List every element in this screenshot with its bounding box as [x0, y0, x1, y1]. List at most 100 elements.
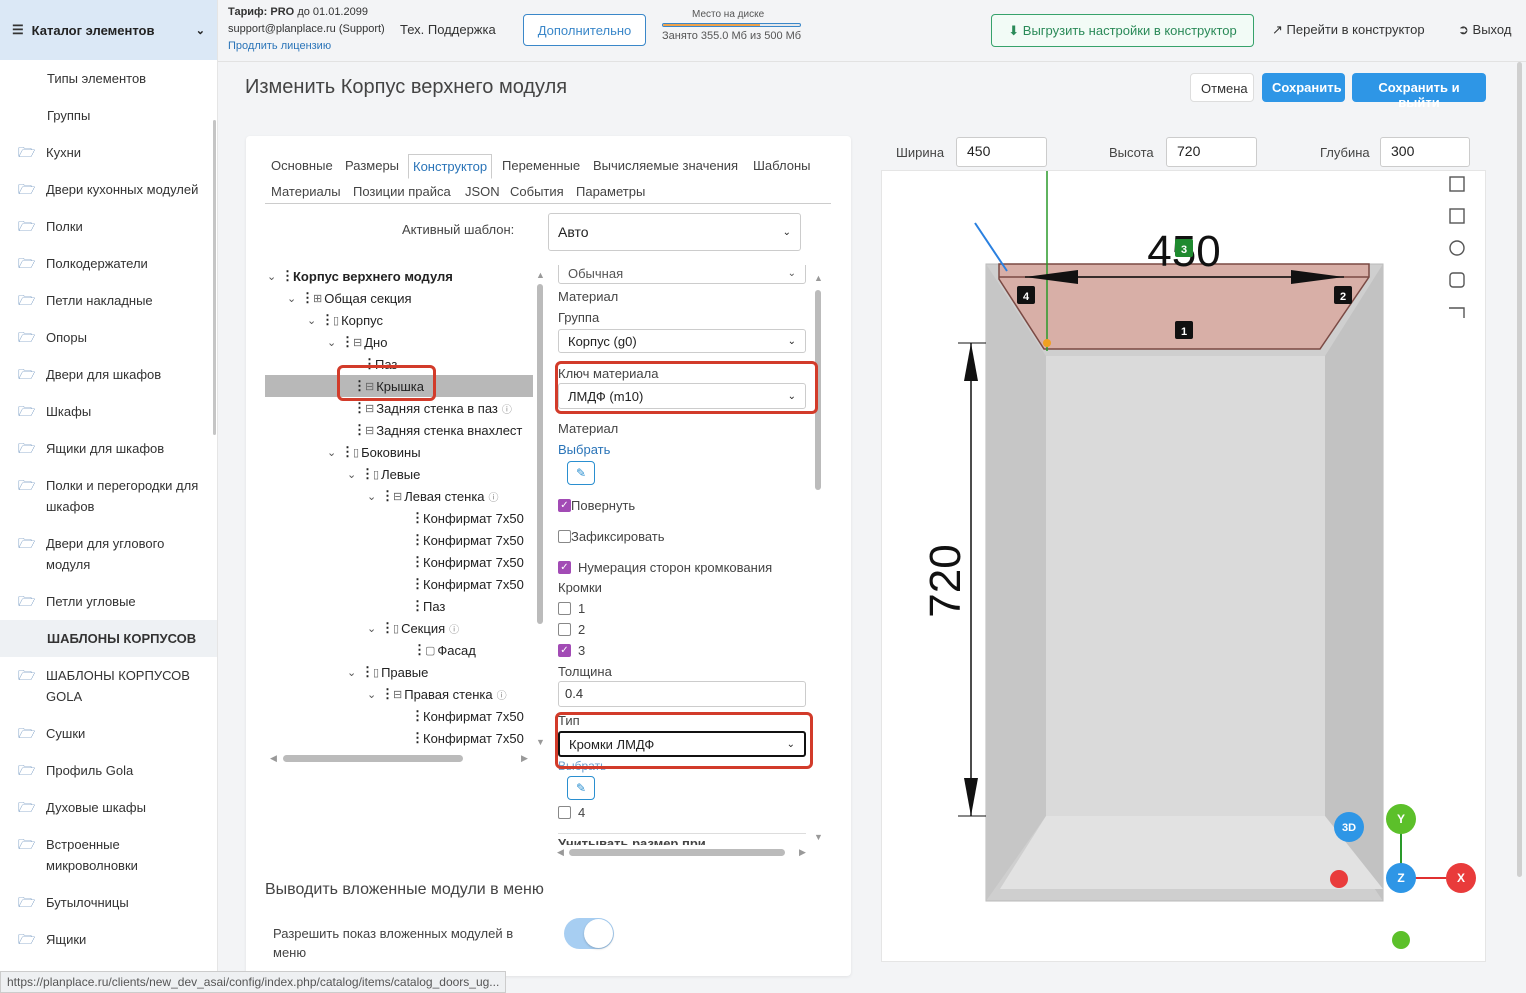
tree-node[interactable]: ⋮ Конфирмат 7x50	[397, 705, 524, 727]
drag-handle-icon[interactable]: ⋮	[353, 422, 366, 438]
props-scroll-down-icon[interactable]: ▼	[814, 832, 823, 842]
screenshot-icon[interactable]	[1449, 272, 1465, 288]
sidebar-item[interactable]: 🗁 Петли угловые	[0, 583, 217, 620]
cancel-button[interactable]: Отмена	[1190, 73, 1254, 102]
chevron-down-icon[interactable]: ⌄	[287, 292, 301, 305]
sidebar-item[interactable]: 🗁 Ящики для шкафов	[0, 430, 217, 467]
drag-handle-icon[interactable]: ⋮	[361, 466, 374, 482]
model-viewer[interactable]: 450 720 1 2 3 4 3D Y Z X	[881, 170, 1486, 962]
tree-node[interactable]: ⌄ ⋮ ▯ Правые	[347, 661, 428, 683]
tree-node[interactable]: ⌄ ⋮ ⊟ Левая стенка ⓘ	[367, 485, 499, 507]
sidebar-item[interactable]: Группы	[0, 97, 217, 134]
tree-node[interactable]: ⌄ ⋮ ▯ Секция ⓘ	[367, 617, 459, 639]
edit-icon[interactable]: ✎	[567, 776, 595, 800]
tree-node[interactable]: ⋮ ⊟ Задняя стенка внахлест	[339, 419, 522, 441]
drag-handle-icon[interactable]: ⋮	[411, 576, 424, 592]
tree-node[interactable]: ⌄ ⋮ Корпус верхнего модуля	[267, 265, 453, 287]
tree-node[interactable]: ⌄ ⋮ ⊞ Общая секция	[287, 287, 412, 309]
tree-node[interactable]: ⋮ Конфирмат 7x50	[397, 573, 524, 595]
tree-node[interactable]: ⋮ Конфирмат 7x50	[397, 529, 524, 551]
edge-4-checkbox[interactable]	[558, 806, 571, 819]
tree-node[interactable]: ⋮ Паз	[397, 595, 445, 617]
measure-icon[interactable]	[1449, 307, 1465, 318]
drag-handle-icon[interactable]: ⋮	[411, 708, 424, 724]
tree-node[interactable]: ⋮ ▢ Фасад	[399, 639, 476, 661]
edge-3-checkbox[interactable]: ✓	[558, 644, 571, 657]
chevron-down-icon[interactable]: ⌄	[327, 446, 341, 459]
drag-handle-icon[interactable]: ⋮	[411, 554, 424, 570]
camera-icon[interactable]	[1449, 240, 1465, 256]
chevron-down-icon[interactable]: ⌄	[307, 314, 321, 327]
fix-checkbox[interactable]	[558, 530, 571, 543]
help-icon[interactable]: ⓘ	[502, 401, 512, 416]
drag-handle-icon[interactable]: ⋮	[281, 268, 294, 284]
edge-2-checkbox[interactable]	[558, 623, 571, 636]
tab[interactable]: Основные	[267, 154, 337, 177]
tab[interactable]: Переменные	[498, 154, 584, 177]
sidebar-item[interactable]: 🗁 Полкодержатели	[0, 245, 217, 282]
sidebar-item[interactable]: 🗁 Петли накладные	[0, 282, 217, 319]
sidebar-item[interactable]: 🗁 Двери для шкафов	[0, 356, 217, 393]
chevron-down-icon[interactable]: ⌄	[367, 490, 381, 503]
tab[interactable]: Материалы	[267, 180, 345, 203]
tab[interactable]: Размеры	[341, 154, 403, 177]
drag-handle-icon[interactable]: ⋮	[321, 312, 334, 328]
catalog-header[interactable]: ☰ Каталог элементов ⌄	[0, 0, 217, 60]
drag-handle-icon[interactable]: ⋮	[381, 686, 394, 702]
sidebar-item[interactable]: 🗁 Полки и перегородки для шкафов	[0, 467, 217, 525]
thickness-input[interactable]: 0.4	[558, 681, 806, 707]
props-hscrollbar[interactable]	[569, 849, 785, 856]
props-scroll-right-icon[interactable]: ▶	[799, 847, 806, 858]
sidebar-item[interactable]: 🗁 Опоры	[0, 319, 217, 356]
props-scroll-up-icon[interactable]: ▲	[814, 273, 823, 283]
top-select[interactable]: Обычная ⌄	[558, 265, 806, 284]
drag-handle-icon[interactable]: ⋮	[411, 730, 424, 746]
drag-handle-icon[interactable]: ⋮	[301, 290, 314, 306]
tree-vscrollbar[interactable]	[537, 284, 543, 624]
depth-input[interactable]: 300	[1380, 137, 1470, 167]
choose-material-link[interactable]: Выбрать	[558, 442, 610, 457]
drag-handle-icon[interactable]: ⋮	[381, 488, 394, 504]
active-template-select[interactable]: Авто ⌄	[548, 213, 801, 251]
chevron-down-icon[interactable]: ⌄	[347, 666, 361, 679]
props-scroll-left-icon[interactable]: ◀	[557, 847, 564, 858]
help-icon[interactable]: ⓘ	[449, 621, 459, 636]
drag-handle-icon[interactable]: ⋮	[411, 510, 424, 526]
sidebar-item[interactable]: Типы элементов	[0, 60, 217, 97]
save-exit-button[interactable]: Сохранить и выйти	[1352, 73, 1486, 110]
tree-scroll-up-icon[interactable]: ▲	[536, 270, 545, 280]
save-button[interactable]: Сохранить	[1262, 73, 1345, 102]
exit-link[interactable]: ➲ Выход	[1458, 22, 1511, 38]
model-canvas[interactable]: 450 720 1 2 3 4 3D Y Z X	[882, 171, 1487, 963]
tree-node[interactable]: ⌄ ⋮ ⊟ Дно	[327, 331, 387, 353]
drag-handle-icon[interactable]: ⋮	[361, 664, 374, 680]
more-button[interactable]: Дополнительно	[523, 14, 646, 46]
support-link[interactable]: Тех. Поддержка	[400, 22, 496, 37]
tab[interactable]: Конструктор	[408, 154, 493, 179]
upload-settings-button[interactable]: ⬇ Выгрузить настройки в конструктор	[991, 14, 1254, 47]
drag-handle-icon[interactable]: ⋮	[411, 532, 424, 548]
tree-hscrollbar[interactable]	[283, 755, 463, 762]
drag-handle-icon[interactable]: ⋮	[413, 642, 426, 658]
sidebar-item[interactable]: 🗁 Профиль Gola	[0, 752, 217, 789]
drag-handle-icon[interactable]: ⋮	[353, 400, 366, 416]
page-scrollbar[interactable]	[1517, 62, 1522, 877]
chevron-down-icon[interactable]: ⌄	[347, 468, 361, 481]
sidebar-item[interactable]: 🗁 Сушки	[0, 715, 217, 752]
tab[interactable]: Параметры	[572, 180, 649, 203]
tree-node[interactable]: ⌄ ⋮ ▯ Боковины	[327, 441, 421, 463]
tree-scroll-left-icon[interactable]: ◀	[270, 753, 277, 764]
chevron-down-icon[interactable]: ⌄	[367, 688, 381, 701]
sidebar-item[interactable]: ШАБЛОНЫ КОРПУСОВ	[0, 620, 217, 657]
drag-handle-icon[interactable]: ⋮	[341, 444, 354, 460]
sidebar-item[interactable]: 🗁 Двери кухонных модулей	[0, 171, 217, 208]
axis-x-negative-dot[interactable]	[1330, 870, 1348, 888]
sidebar-item[interactable]: 🗁 Полки	[0, 208, 217, 245]
tab[interactable]: Вычисляемые значения	[589, 154, 742, 177]
edit-icon[interactable]: ✎	[567, 461, 595, 485]
tree-node[interactable]: ⌄ ⋮ ▯ Корпус	[307, 309, 383, 331]
tree-node[interactable]: ⋮ Конфирмат 7x50	[397, 551, 524, 573]
tree-scroll-down-icon[interactable]: ▼	[536, 737, 545, 747]
view-side-icon[interactable]	[1449, 208, 1465, 224]
numbering-checkbox[interactable]: ✓	[558, 561, 571, 574]
